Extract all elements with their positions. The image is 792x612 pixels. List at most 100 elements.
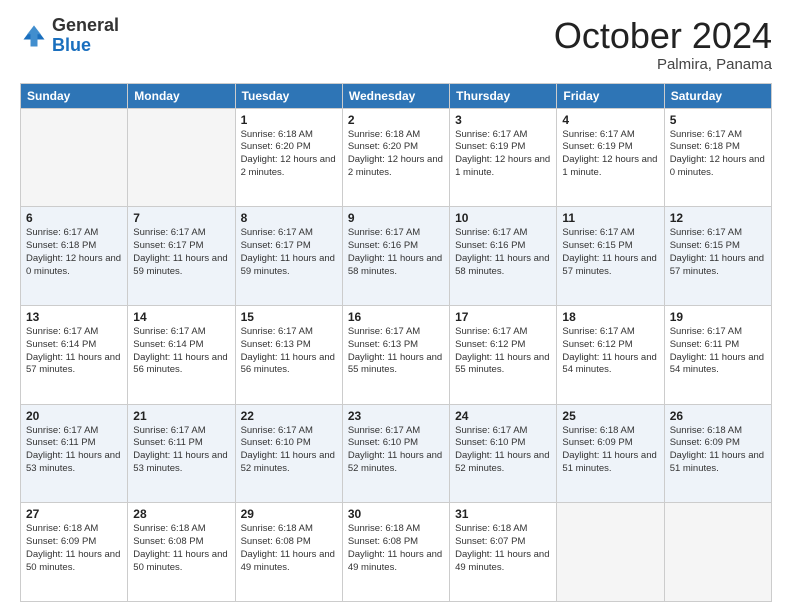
calendar-cell: 20 Sunrise: 6:17 AMSunset: 6:11 PMDayligh… (21, 404, 128, 503)
calendar-cell: 4 Sunrise: 6:17 AMSunset: 6:19 PMDaylight… (557, 108, 664, 207)
day-info: Sunrise: 6:17 AMSunset: 6:11 PMDaylight:… (133, 425, 229, 476)
day-number: 3 (455, 113, 551, 127)
day-number: 25 (562, 409, 658, 423)
calendar-cell: 19 Sunrise: 6:17 AMSunset: 6:11 PMDayligh… (664, 305, 771, 404)
day-info: Sunrise: 6:18 AMSunset: 6:07 PMDaylight:… (455, 523, 551, 574)
day-number: 10 (455, 211, 551, 225)
calendar-cell: 21 Sunrise: 6:17 AMSunset: 6:11 PMDayligh… (128, 404, 235, 503)
calendar-cell: 28 Sunrise: 6:18 AMSunset: 6:08 PMDayligh… (128, 503, 235, 602)
day-info: Sunrise: 6:18 AMSunset: 6:09 PMDaylight:… (670, 425, 766, 476)
day-number: 29 (241, 507, 337, 521)
day-number: 31 (455, 507, 551, 521)
day-number: 11 (562, 211, 658, 225)
logo-blue: Blue (52, 35, 91, 55)
day-header-sunday: Sunday (21, 83, 128, 108)
day-number: 22 (241, 409, 337, 423)
page: General Blue October 2024 Palmira, Panam… (0, 0, 792, 612)
calendar-cell: 15 Sunrise: 6:17 AMSunset: 6:13 PMDayligh… (235, 305, 342, 404)
calendar-cell: 14 Sunrise: 6:17 AMSunset: 6:14 PMDayligh… (128, 305, 235, 404)
day-info: Sunrise: 6:18 AMSunset: 6:09 PMDaylight:… (562, 425, 658, 476)
day-number: 23 (348, 409, 444, 423)
calendar-cell (557, 503, 664, 602)
calendar-row-3: 20 Sunrise: 6:17 AMSunset: 6:11 PMDayligh… (21, 404, 772, 503)
calendar-cell: 22 Sunrise: 6:17 AMSunset: 6:10 PMDayligh… (235, 404, 342, 503)
day-info: Sunrise: 6:17 AMSunset: 6:16 PMDaylight:… (455, 227, 551, 278)
day-info: Sunrise: 6:18 AMSunset: 6:08 PMDaylight:… (241, 523, 337, 574)
day-number: 15 (241, 310, 337, 324)
calendar-cell: 5 Sunrise: 6:17 AMSunset: 6:18 PMDaylight… (664, 108, 771, 207)
day-info: Sunrise: 6:17 AMSunset: 6:15 PMDaylight:… (670, 227, 766, 278)
day-number: 19 (670, 310, 766, 324)
calendar-cell: 26 Sunrise: 6:18 AMSunset: 6:09 PMDayligh… (664, 404, 771, 503)
day-number: 20 (26, 409, 122, 423)
day-info: Sunrise: 6:17 AMSunset: 6:18 PMDaylight:… (670, 129, 766, 180)
day-number: 18 (562, 310, 658, 324)
day-number: 6 (26, 211, 122, 225)
calendar-cell: 18Sunrise: 6:17 AMSunset: 6:12 PMDayligh… (557, 305, 664, 404)
calendar-cell: 3 Sunrise: 6:17 AMSunset: 6:19 PMDaylight… (450, 108, 557, 207)
day-info: Sunrise: 6:17 AMSunset: 6:13 PMDaylight:… (241, 326, 337, 377)
day-info: Sunrise: 6:18 AMSunset: 6:08 PMDaylight:… (348, 523, 444, 574)
day-number: 17 (455, 310, 551, 324)
calendar-cell: 27 Sunrise: 6:18 AMSunset: 6:09 PMDayligh… (21, 503, 128, 602)
calendar-cell: 29 Sunrise: 6:18 AMSunset: 6:08 PMDayligh… (235, 503, 342, 602)
day-info: Sunrise: 6:17 AMSunset: 6:14 PMDaylight:… (26, 326, 122, 377)
day-number: 28 (133, 507, 229, 521)
day-info: Sunrise: 6:17 AMSunset: 6:18 PMDaylight:… (26, 227, 122, 278)
day-number: 5 (670, 113, 766, 127)
calendar-cell: 30 Sunrise: 6:18 AMSunset: 6:08 PMDayligh… (342, 503, 449, 602)
day-info: Sunrise: 6:17 AMSunset: 6:17 PMDaylight:… (241, 227, 337, 278)
day-number: 14 (133, 310, 229, 324)
day-number: 26 (670, 409, 766, 423)
calendar-cell: 17 Sunrise: 6:17 AMSunset: 6:12 PMDayligh… (450, 305, 557, 404)
day-info: Sunrise: 6:17 AMSunset: 6:11 PMDaylight:… (26, 425, 122, 476)
calendar-cell (664, 503, 771, 602)
calendar-cell: 10 Sunrise: 6:17 AMSunset: 6:16 PMDayligh… (450, 207, 557, 306)
calendar-cell: 7Sunrise: 6:17 AMSunset: 6:17 PMDaylight… (128, 207, 235, 306)
day-info: Sunrise: 6:17 AMSunset: 6:11 PMDaylight:… (670, 326, 766, 377)
day-number: 30 (348, 507, 444, 521)
day-number: 9 (348, 211, 444, 225)
calendar-cell: 12 Sunrise: 6:17 AMSunset: 6:15 PMDayligh… (664, 207, 771, 306)
day-info: Sunrise: 6:18 AMSunset: 6:08 PMDaylight:… (133, 523, 229, 574)
day-number: 1 (241, 113, 337, 127)
calendar-cell: 25 Sunrise: 6:18 AMSunset: 6:09 PMDayligh… (557, 404, 664, 503)
day-info: Sunrise: 6:17 AMSunset: 6:19 PMDaylight:… (562, 129, 658, 180)
day-info: Sunrise: 6:18 AMSunset: 6:20 PMDaylight:… (241, 129, 337, 180)
calendar-cell: 9 Sunrise: 6:17 AMSunset: 6:16 PMDaylight… (342, 207, 449, 306)
day-info: Sunrise: 6:17 AMSunset: 6:15 PMDaylight:… (562, 227, 658, 278)
calendar-cell: 31 Sunrise: 6:18 AMSunset: 6:07 PMDayligh… (450, 503, 557, 602)
day-number: 7 (133, 211, 229, 225)
calendar-cell: 8 Sunrise: 6:17 AMSunset: 6:17 PMDaylight… (235, 207, 342, 306)
day-number: 27 (26, 507, 122, 521)
calendar-cell: 24Sunrise: 6:17 AMSunset: 6:10 PMDayligh… (450, 404, 557, 503)
calendar-cell: 2Sunrise: 6:18 AMSunset: 6:20 PMDaylight… (342, 108, 449, 207)
day-info: Sunrise: 6:17 AMSunset: 6:12 PMDaylight:… (455, 326, 551, 377)
day-info: Sunrise: 6:17 AMSunset: 6:14 PMDaylight:… (133, 326, 229, 377)
day-info: Sunrise: 6:17 AMSunset: 6:16 PMDaylight:… (348, 227, 444, 278)
day-header-thursday: Thursday (450, 83, 557, 108)
day-number: 21 (133, 409, 229, 423)
day-info: Sunrise: 6:17 AMSunset: 6:10 PMDaylight:… (348, 425, 444, 476)
day-number: 16 (348, 310, 444, 324)
day-header-tuesday: Tuesday (235, 83, 342, 108)
day-number: 4 (562, 113, 658, 127)
day-header-friday: Friday (557, 83, 664, 108)
day-info: Sunrise: 6:17 AMSunset: 6:10 PMDaylight:… (241, 425, 337, 476)
day-info: Sunrise: 6:18 AMSunset: 6:09 PMDaylight:… (26, 523, 122, 574)
calendar-cell: 16 Sunrise: 6:17 AMSunset: 6:13 PMDayligh… (342, 305, 449, 404)
calendar-header-row: SundayMondayTuesdayWednesdayThursdayFrid… (21, 83, 772, 108)
day-number: 8 (241, 211, 337, 225)
day-number: 12 (670, 211, 766, 225)
title-block: October 2024 Palmira, Panama (554, 16, 772, 73)
day-info: Sunrise: 6:17 AMSunset: 6:19 PMDaylight:… (455, 129, 551, 180)
location-subtitle: Palmira, Panama (554, 56, 772, 73)
day-info: Sunrise: 6:17 AMSunset: 6:13 PMDaylight:… (348, 326, 444, 377)
day-info: Sunrise: 6:18 AMSunset: 6:20 PMDaylight:… (348, 129, 444, 180)
month-title: October 2024 (554, 16, 772, 56)
calendar-cell (128, 108, 235, 207)
logo-icon (20, 22, 48, 50)
logo-general: General (52, 15, 119, 35)
calendar-row-1: 6 Sunrise: 6:17 AMSunset: 6:18 PMDaylight… (21, 207, 772, 306)
logo-text: General Blue (52, 16, 119, 56)
